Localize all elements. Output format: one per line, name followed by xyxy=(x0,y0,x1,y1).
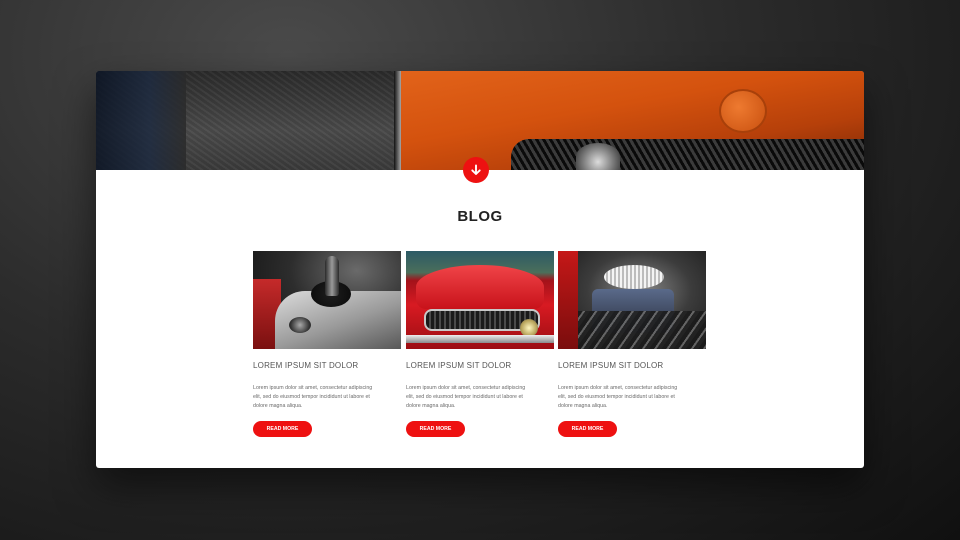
hero-banner xyxy=(96,71,864,170)
read-more-button[interactable]: READ MORE xyxy=(558,421,617,438)
hero-grille xyxy=(511,139,864,170)
page-card: BLOG LOREM IPSUM SIT DOLOR Lorem ipsum d… xyxy=(96,71,864,468)
post-thumbnail-mustang[interactable] xyxy=(406,251,554,349)
post-title[interactable]: LOREM IPSUM SIT DOLOR xyxy=(406,361,554,370)
post-excerpt: Lorem ipsum dolor sit amet, consectetur … xyxy=(406,385,526,409)
scroll-down-button[interactable] xyxy=(463,157,489,183)
post-title[interactable]: LOREM IPSUM SIT DOLOR xyxy=(253,361,401,370)
hero-fog-light xyxy=(576,143,620,170)
section-title: BLOG xyxy=(457,208,503,225)
hero-tire xyxy=(96,71,186,170)
blog-post: LOREM IPSUM SIT DOLOR Lorem ipsum dolor … xyxy=(558,251,706,438)
post-excerpt: Lorem ipsum dolor sit amet, consectetur … xyxy=(253,385,373,409)
post-title[interactable]: LOREM IPSUM SIT DOLOR xyxy=(558,361,706,370)
post-thumbnail-gear-shift[interactable] xyxy=(253,251,401,349)
blog-post: LOREM IPSUM SIT DOLOR Lorem ipsum dolor … xyxy=(253,251,401,438)
blog-post: LOREM IPSUM SIT DOLOR Lorem ipsum dolor … xyxy=(406,251,554,438)
post-excerpt: Lorem ipsum dolor sit amet, consectetur … xyxy=(558,385,678,409)
arrow-down-icon xyxy=(471,164,481,175)
read-more-button[interactable]: READ MORE xyxy=(253,421,312,438)
read-more-button[interactable]: READ MORE xyxy=(406,421,465,438)
hero-fuel-cap xyxy=(719,89,767,133)
post-thumbnail-engine[interactable] xyxy=(558,251,706,349)
